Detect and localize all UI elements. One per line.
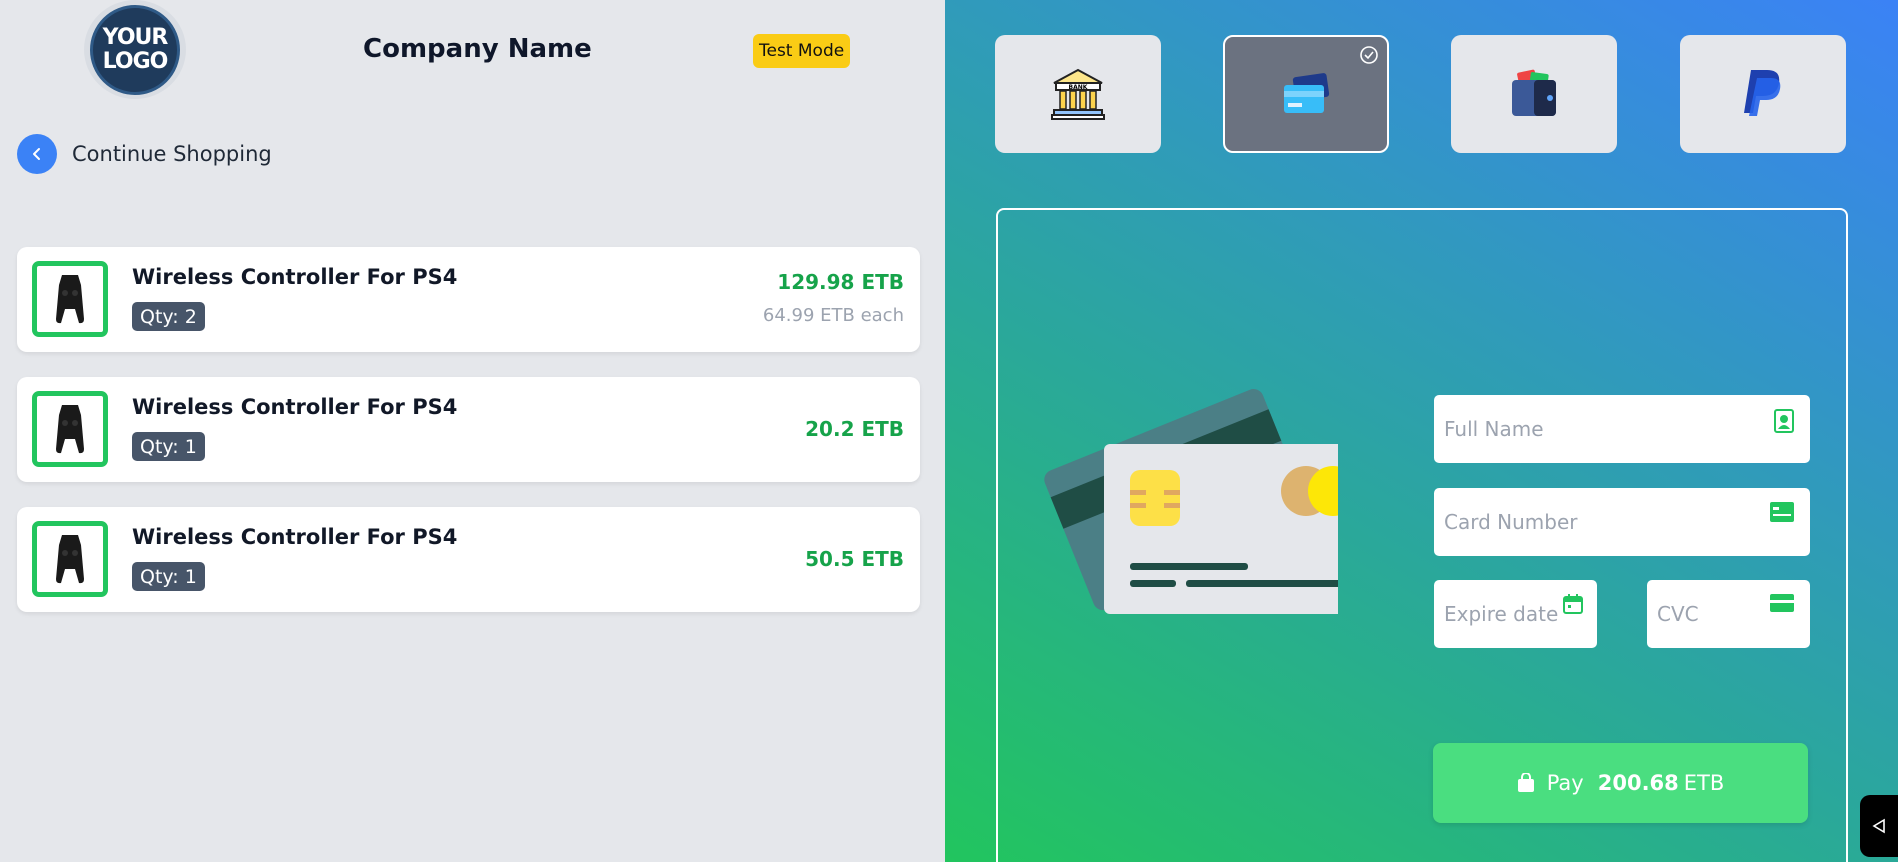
card-number-input[interactable] [1444,510,1737,534]
credit-card-icon [1284,73,1330,113]
shopping-bag-icon [1517,773,1534,792]
item-total-price: 50.5 ETB [805,547,904,571]
cart-item: Wireless Controller For PS4 Qty: 2 129.9… [17,247,920,352]
quantity-badge: Qty: 2 [132,302,205,331]
quantity-badge: Qty: 1 [132,562,205,591]
cvc-card-icon [1770,594,1794,612]
item-title: Wireless Controller For PS4 [132,265,458,289]
wallet-icon [1512,69,1556,116]
item-total-price: 20.2 ETB [805,417,904,441]
contact-card-icon [1774,409,1794,433]
controller-thumbnail [32,261,108,337]
cart-item: Wireless Controller For PS4 Qty: 1 20.2 … [17,377,920,482]
pay-currency: ETB [1683,771,1725,795]
cart-panel: YOUR LOGO Company Name Test Mode Continu… [0,0,945,862]
continue-shopping-link[interactable]: Continue Shopping [17,134,272,174]
gamepad-icon [56,405,84,454]
item-title: Wireless Controller For PS4 [132,525,458,549]
logo-text-line1: YOUR [102,24,169,50]
pay-button[interactable]: Pay 200.68 ETB [1433,743,1808,823]
full-name-field[interactable] [1434,395,1810,463]
expire-date-input[interactable] [1444,602,1582,626]
full-name-input[interactable] [1444,417,1737,441]
controller-thumbnail [32,521,108,597]
card-number-field[interactable] [1434,488,1810,556]
item-total-price: 129.98 ETB [777,270,904,294]
cvc-field[interactable] [1647,580,1810,648]
cvc-input[interactable] [1657,602,1780,626]
bank-icon: BANK [1051,68,1105,120]
pay-amount: 200.68 [1597,771,1679,795]
expire-date-field[interactable] [1434,580,1597,648]
back-arrow-icon[interactable] [17,134,57,174]
credit-card-illustration [1044,389,1338,614]
bank-label: BANK [1069,84,1088,91]
continue-shopping-label[interactable]: Continue Shopping [72,142,272,166]
test-mode-badge: Test Mode [753,34,851,68]
card-icon [1770,502,1794,522]
selected-check-icon [1360,46,1378,64]
controller-thumbnail [32,391,108,467]
gamepad-icon [56,275,84,324]
payment-method-wallet[interactable] [1451,35,1617,153]
payment-panel: BANK Full Name Card Number Expire date C… [945,0,1898,862]
pay-label: Pay [1546,771,1584,795]
payment-method-card[interactable] [1223,35,1389,153]
quantity-badge: Qty: 1 [132,432,205,461]
company-name: Company Name [363,34,592,64]
logo-text-line2: LOGO [102,48,169,74]
item-unit-price: 64.99 ETB each [762,305,904,326]
triangle-left-icon [1872,818,1885,834]
payment-method-bank[interactable]: BANK [995,35,1161,153]
gamepad-icon [56,535,84,584]
sidebar-toggle[interactable] [1860,795,1898,857]
cart-item: Wireless Controller For PS4 Qty: 1 50.5 … [17,507,920,612]
calendar-icon [1563,594,1583,614]
item-title: Wireless Controller For PS4 [132,395,458,419]
company-logo: YOUR LOGO [84,0,186,99]
payment-method-paypal[interactable] [1680,35,1846,153]
paypal-icon [1744,70,1781,116]
